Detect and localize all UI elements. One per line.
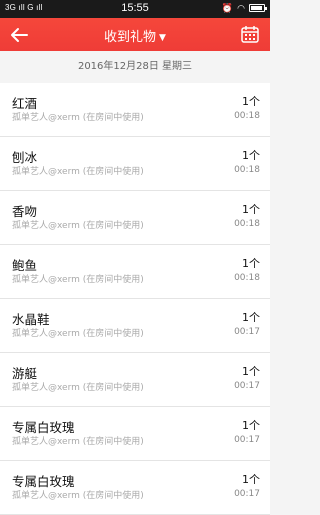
list-item[interactable]: 红酒 孤单艺人@xerm (在房间中使用) 1个 00:18 — [0, 83, 270, 137]
gift-sender: 孤单艺人@xerm (在房间中使用) — [12, 383, 144, 393]
list-item[interactable]: 游艇 孤单艺人@xerm (在房间中使用) 1个 00:17 — [0, 353, 270, 407]
gift-sender: 孤单艺人@xerm (在房间中使用) — [12, 437, 144, 447]
gift-quantity: 1个 — [242, 149, 260, 162]
gift-quantity: 1个 — [242, 203, 260, 216]
list-item[interactable]: 专属白玫瑰 孤单艺人@xerm (在房间中使用) 1个 00:17 — [0, 461, 270, 515]
page-title: 收到礼物 — [104, 30, 157, 45]
list-item[interactable]: 专属白玫瑰 孤单艺人@xerm (在房间中使用) 1个 00:17 — [0, 407, 270, 461]
gift-sender: 孤单艺人@xerm (在房间中使用) — [12, 329, 144, 339]
list-item[interactable]: 水晶鞋 孤单艺人@xerm (在房间中使用) 1个 00:17 — [0, 299, 270, 353]
gift-time: 00:17 — [234, 381, 260, 391]
list-item[interactable]: 鲍鱼 孤单艺人@xerm (在房间中使用) 1个 00:18 — [0, 245, 270, 299]
gift-time: 00:17 — [234, 327, 260, 337]
gift-time: 00:18 — [234, 111, 260, 121]
gift-sender: 孤单艺人@xerm (在房间中使用) — [12, 491, 144, 501]
status-bar: 3G ıll G ıll 15:55 ⏰ ◠ — [0, 0, 270, 18]
gift-quantity: 1个 — [242, 473, 260, 486]
gift-sender: 孤单艺人@xerm (在房间中使用) — [12, 113, 144, 123]
gift-time: 00:17 — [234, 435, 260, 445]
gift-list: 红酒 孤单艺人@xerm (在房间中使用) 1个 00:18 刨冰 孤单艺人@x… — [0, 83, 270, 515]
app-header: 收到礼物 ▼ — [0, 18, 270, 51]
gift-quantity: 1个 — [242, 419, 260, 432]
date-header: 2016年12月28日 星期三 — [77, 61, 193, 72]
list-item[interactable]: 香吻 孤单艺人@xerm (在房间中使用) 1个 00:18 — [0, 191, 270, 245]
gift-quantity: 1个 — [242, 311, 260, 324]
alarm-icon: ⏰ — [221, 3, 234, 13]
wifi-icon: ◠ — [237, 3, 245, 13]
battery-icon — [249, 4, 267, 12]
gift-sender: 孤单艺人@xerm (在房间中使用) — [12, 167, 144, 177]
gift-time: 00:18 — [234, 273, 260, 283]
calendar-icon[interactable] — [240, 24, 260, 44]
gift-quantity: 1个 — [242, 365, 260, 378]
gift-quantity: 1个 — [242, 95, 260, 108]
gift-time: 00:17 — [234, 489, 260, 499]
list-item[interactable]: 刨冰 孤单艺人@xerm (在房间中使用) 1个 00:18 — [0, 137, 270, 191]
status-icons: ⏰ ◠ — [221, 2, 267, 14]
gift-time: 00:18 — [234, 165, 260, 175]
gift-quantity: 1个 — [242, 257, 260, 270]
caret-down-icon: ▼ — [159, 32, 166, 43]
title-dropdown[interactable]: 收到礼物 ▼ — [0, 26, 270, 45]
gift-time: 00:18 — [234, 219, 260, 229]
gift-sender: 孤单艺人@xerm (在房间中使用) — [12, 275, 144, 285]
gift-sender: 孤单艺人@xerm (在房间中使用) — [12, 221, 144, 231]
